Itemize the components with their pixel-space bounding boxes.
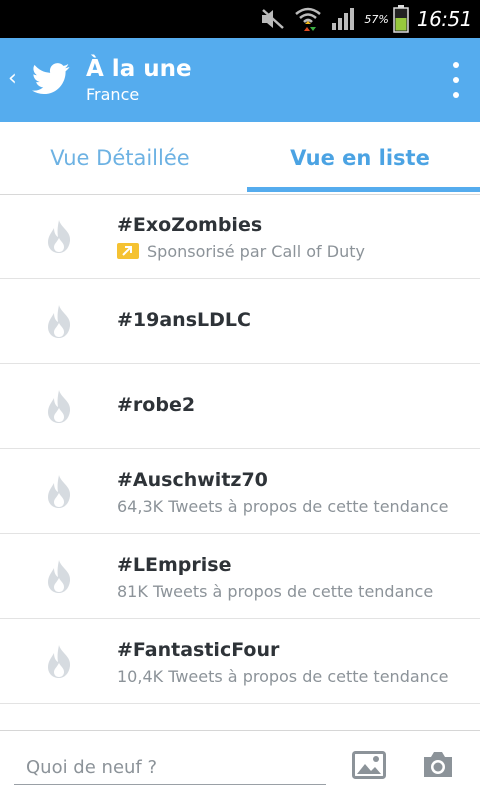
promoted-icon [117, 243, 139, 259]
flame-icon [48, 560, 71, 593]
trend-name[interactable]: #FantasticFour [117, 639, 279, 661]
trend-meta: 64,3K Tweets à propos de cette tendance [117, 497, 449, 516]
tab-list-view[interactable]: Vue en liste [240, 122, 480, 194]
twitter-bird-icon[interactable] [32, 62, 70, 96]
mute-icon [262, 9, 285, 29]
trends-list: #ExoZombies Sponsorisé par Call of Duty … [0, 194, 480, 734]
compose-input[interactable]: Quoi de neuf ? [14, 751, 326, 785]
flame-icon [48, 390, 71, 423]
wifi-icon [295, 7, 322, 31]
trend-row[interactable]: #LEmprise 81K Tweets à propos de cette t… [0, 534, 480, 619]
trend-row[interactable]: #robe2 [0, 364, 480, 449]
flame-icon [48, 220, 71, 253]
signal-icon [332, 8, 355, 30]
view-tabs: Vue Détaillée Vue en liste [0, 122, 480, 195]
flame-icon [48, 475, 71, 508]
tab-detailed-view[interactable]: Vue Détaillée [0, 122, 240, 194]
app-header: ‹ À la une France [0, 38, 480, 122]
flame-icon [48, 305, 71, 338]
promoted-label: Sponsorisé par Call of Duty [147, 242, 365, 261]
trend-meta: Sponsorisé par Call of Duty [117, 242, 365, 261]
battery-icon [393, 5, 409, 33]
trend-name[interactable]: #Auschwitz70 [117, 469, 268, 491]
trend-row[interactable]: #Auschwitz70 64,3K Tweets à propos de ce… [0, 449, 480, 534]
tweet-composer-bar: Quoi de neuf ? [0, 730, 480, 801]
page-title: À la une [86, 56, 192, 82]
camera-icon[interactable] [421, 750, 455, 780]
trend-name[interactable]: #19ansLDLC [117, 309, 251, 331]
trend-name[interactable]: #robe2 [117, 394, 195, 416]
back-chevron-icon[interactable]: ‹ [8, 66, 17, 91]
trend-row[interactable]: #ExoZombies Sponsorisé par Call of Duty [0, 194, 480, 279]
trend-row[interactable]: #FantasticFour 10,4K Tweets à propos de … [0, 619, 480, 704]
trend-row[interactable]: #19ansLDLC [0, 279, 480, 364]
trend-meta: 81K Tweets à propos de cette tendance [117, 582, 434, 601]
status-bar: 57% 16:51 [0, 0, 480, 38]
photo-icon[interactable] [352, 751, 386, 779]
status-icons: 57% 16:51 [260, 0, 473, 38]
overflow-menu-icon[interactable] [452, 62, 460, 98]
battery-percent: 57% [364, 12, 389, 26]
flame-icon [48, 645, 71, 678]
trend-meta: 10,4K Tweets à propos de cette tendance [117, 667, 449, 686]
status-clock: 16:51 [416, 7, 473, 31]
trend-name[interactable]: #ExoZombies [117, 214, 262, 236]
page-subtitle: France [86, 85, 140, 104]
tab-selected-indicator [247, 187, 480, 192]
trend-name[interactable]: #LEmprise [117, 554, 231, 576]
